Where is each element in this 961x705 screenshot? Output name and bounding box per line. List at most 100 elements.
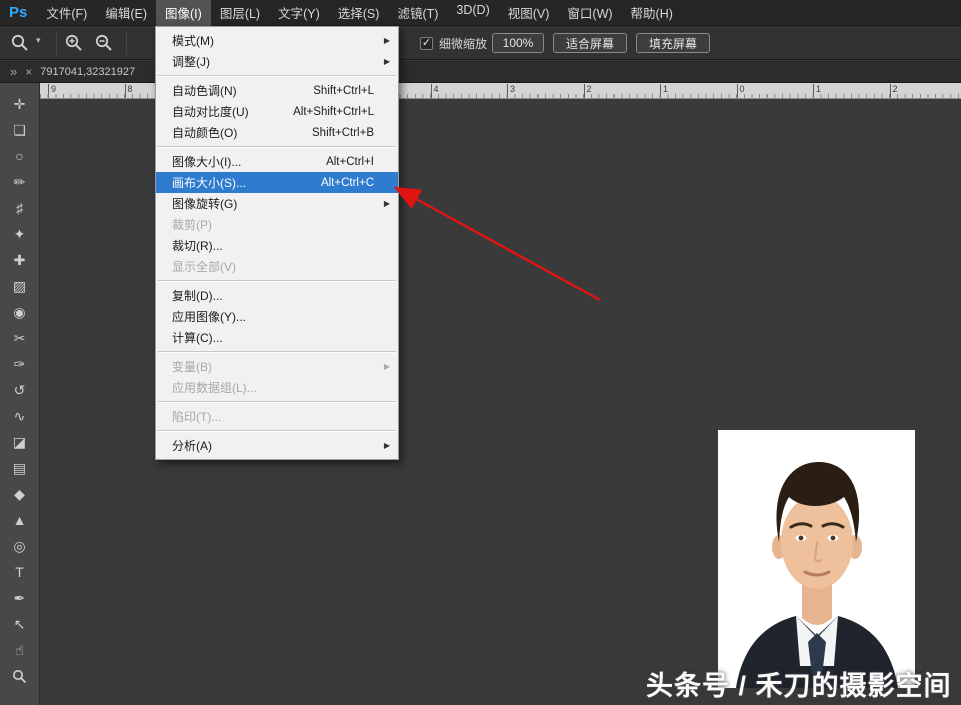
menubar-item-视图(V)[interactable]: 视图(V) (499, 0, 559, 27)
zoom-tool-icon[interactable] (0, 663, 39, 689)
menu-item-label: 模式(M) (172, 32, 214, 49)
rectangular-marquee-tool-icon[interactable]: ❏ (0, 117, 39, 143)
menu-item-canvas-size[interactable]: 画布大小(S)...Alt+Ctrl+C (156, 172, 398, 193)
document-tab-title[interactable]: 7917041,32321927 (40, 66, 135, 78)
tab-collapse-icon[interactable]: » (0, 64, 23, 79)
slice-tool-icon[interactable]: ✂ (0, 325, 39, 351)
menu-separator (158, 75, 396, 77)
zoom-out-button[interactable] (94, 32, 118, 54)
menu-item-calculations[interactable]: 计算(C)... (156, 327, 398, 348)
patch-tool-icon[interactable]: ▨ (0, 273, 39, 299)
tab-close-icon[interactable]: × (23, 65, 40, 79)
menu-item-mode[interactable]: 模式(M) ▶ (156, 30, 398, 51)
menu-item-auto-tone[interactable]: 自动色调(N)Shift+Ctrl+L (156, 80, 398, 101)
gradient-tool-icon[interactable]: ▤ (0, 455, 39, 481)
ruler-label: 1 (660, 84, 668, 98)
pen-tool-icon[interactable]: ✒ (0, 585, 39, 611)
quick-selection-tool-icon[interactable]: ✏ (0, 169, 39, 195)
menu-item-label: 显示全部(V) (172, 258, 236, 275)
submenu-arrow-icon: ▶ (380, 36, 390, 45)
menu-separator (158, 430, 396, 432)
lasso-tool-icon[interactable]: ○ (0, 143, 39, 169)
menubar-item-图像(I)[interactable]: 图像(I) (156, 0, 211, 27)
menu-item-shortcut: Shift+Ctrl+B (312, 127, 380, 139)
menu-separator (158, 280, 396, 282)
menubar-item-文字(Y)[interactable]: 文字(Y) (269, 0, 329, 27)
menu-separator (158, 401, 396, 403)
ruler-label: 2 (890, 84, 898, 98)
menu-item-apply-data-set: 应用数据组(L)... (156, 377, 398, 398)
menu-item-adjustments[interactable]: 调整(J)▶ (156, 51, 398, 72)
options-separator (56, 31, 57, 55)
menubar-item-图层(L)[interactable]: 图层(L) (211, 0, 269, 27)
menu-item-shortcut: Shift+Ctrl+L (313, 85, 380, 97)
submenu-arrow-icon: ▶ (380, 57, 390, 66)
zoom-in-button[interactable] (64, 32, 88, 54)
menu-item-shortcut: Alt+Shift+Ctrl+L (293, 106, 380, 118)
zoom-tool-preset-icon[interactable] (10, 33, 32, 53)
ruler-label: 4 (431, 84, 439, 98)
menu-item-label: 自动对比度(U) (172, 103, 249, 120)
submenu-arrow-icon: ▶ (380, 199, 390, 208)
ruler-label: 8 (125, 84, 133, 98)
menu-item-variables: 变量(B)▶ (156, 356, 398, 377)
menubar-item-文件(F)[interactable]: 文件(F) (37, 0, 96, 27)
menu-item-label: 复制(D)... (172, 287, 223, 304)
menu-item-analysis[interactable]: 分析(A)▶ (156, 435, 398, 456)
menu-item-image-size[interactable]: 图像大小(I)...Alt+Ctrl+I (156, 151, 398, 172)
dodge-tool-icon[interactable]: ◎ (0, 533, 39, 559)
ruler-label: 0 (737, 84, 745, 98)
tool-preset-caret-icon[interactable]: ▾ (36, 35, 41, 46)
hand-tool-icon[interactable]: ☝ (0, 637, 39, 663)
zoom-100-button[interactable]: 100% (492, 33, 544, 53)
clone-stamp-tool-icon[interactable]: ◉ (0, 299, 39, 325)
menubar-item-帮助(H)[interactable]: 帮助(H) (622, 0, 682, 27)
menu-item-image-rotation[interactable]: 图像旋转(G)▶ (156, 193, 398, 214)
portrait-photo (718, 430, 915, 688)
fit-screen-button[interactable]: 适合屏幕 (553, 33, 627, 53)
history-brush-tool-icon[interactable]: ↺ (0, 377, 39, 403)
menu-item-shortcut: Alt+Ctrl+C (321, 177, 380, 189)
scrubby-zoom-label: 细微缩放 (439, 35, 487, 52)
options-bar: ▾ 细微缩放 100% 适合屏幕 填充屏幕 (0, 26, 961, 60)
spot-healing-brush-tool-icon[interactable]: ✚ (0, 247, 39, 273)
menubar-item-3D(D)[interactable]: 3D(D) (447, 0, 498, 27)
type-tool-icon[interactable]: T (0, 559, 39, 585)
eraser-tool-icon[interactable]: ◪ (0, 429, 39, 455)
submenu-arrow-icon: ▶ (380, 441, 390, 450)
menu-item-reveal-all: 显示全部(V) (156, 256, 398, 277)
photoshop-window: Ps 文件(F)编辑(E)图像(I)图层(L)文字(Y)选择(S)滤镜(T)3D… (0, 0, 961, 705)
menu-item-label: 计算(C)... (172, 329, 223, 346)
brush-tool-icon[interactable]: ✑ (0, 351, 39, 377)
menu-item-trim[interactable]: 裁切(R)... (156, 235, 398, 256)
menu-item-label: 变量(B) (172, 358, 212, 375)
photoshop-logo: Ps (0, 4, 37, 21)
blur-tool-icon[interactable]: ◆ (0, 481, 39, 507)
path-selection-tool-icon[interactable]: ↖ (0, 611, 39, 637)
menubar-item-窗口(W)[interactable]: 窗口(W) (558, 0, 621, 27)
menubar-item-编辑(E)[interactable]: 编辑(E) (96, 0, 156, 27)
crop-tool-icon[interactable]: ♯ (0, 195, 39, 221)
eyedropper-tool-icon[interactable]: ✦ (0, 221, 39, 247)
sharpen-tool-icon[interactable]: ▲ (0, 507, 39, 533)
document-image[interactable] (718, 430, 915, 688)
menu-item-label: 裁剪(P) (172, 216, 212, 233)
tools-panel: ✛❏○✏♯✦✚▨◉✂✑↺∿◪▤◆▲◎T✒↖☝ (0, 83, 40, 705)
menu-item-label: 裁切(R)... (172, 237, 223, 254)
menu-item-trap: 陷印(T)... (156, 406, 398, 427)
menubar-item-选择(S)[interactable]: 选择(S) (329, 0, 389, 27)
ruler-label: 1 (813, 84, 821, 98)
scrubby-zoom-checkbox[interactable] (420, 37, 433, 50)
menu-item-crop: 裁剪(P) (156, 214, 398, 235)
menu-item-label: 陷印(T)... (172, 408, 221, 425)
mixer-brush-tool-icon[interactable]: ∿ (0, 403, 39, 429)
move-tool-icon[interactable]: ✛ (0, 91, 39, 117)
menu-item-label: 应用数据组(L)... (172, 379, 257, 396)
menu-item-duplicate[interactable]: 复制(D)... (156, 285, 398, 306)
fill-screen-button[interactable]: 填充屏幕 (636, 33, 710, 53)
menu-item-auto-contrast[interactable]: 自动对比度(U) Alt+Shift+Ctrl+L (156, 101, 398, 122)
menubar-item-滤镜(T)[interactable]: 滤镜(T) (388, 0, 447, 27)
image-menu-dropdown: 模式(M)▶调整(J)▶自动色调(N)Shift+Ctrl+L自动对比度(U)A… (155, 26, 399, 460)
menu-item-auto-color[interactable]: 自动颜色(O)Shift+Ctrl+B (156, 122, 398, 143)
menu-item-apply-image[interactable]: 应用图像(Y)... (156, 306, 398, 327)
